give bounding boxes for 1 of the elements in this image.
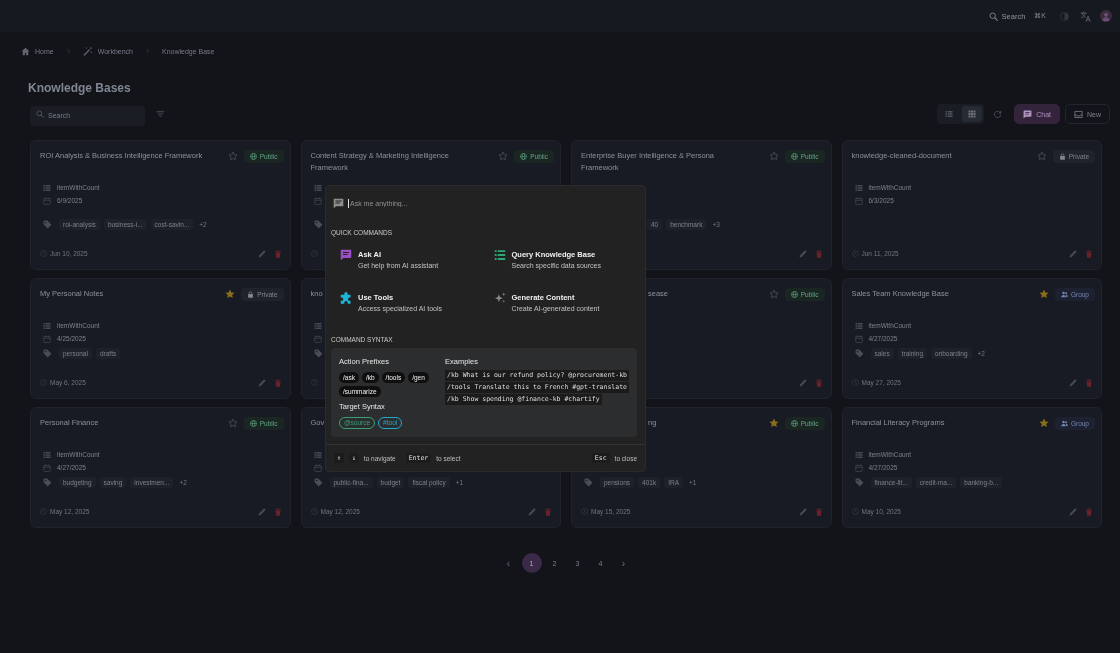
page-title: Knowledge Bases: [28, 81, 131, 95]
